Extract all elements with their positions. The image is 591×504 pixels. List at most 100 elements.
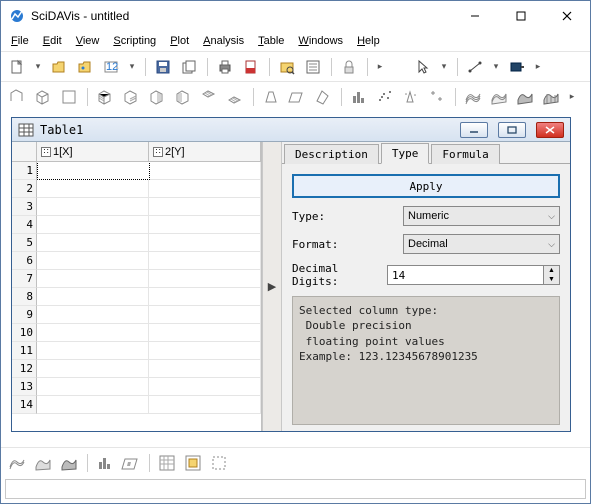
cell[interactable] [37, 396, 149, 414]
row-header[interactable]: 3 [12, 198, 37, 216]
cell[interactable] [37, 324, 149, 342]
duplicate-button[interactable] [177, 55, 201, 79]
table-row[interactable]: 5 [12, 234, 261, 252]
cell[interactable] [149, 396, 261, 414]
row-header[interactable]: 9 [12, 306, 37, 324]
cell[interactable] [150, 162, 262, 180]
row-header[interactable]: 10 [12, 324, 37, 342]
row-header[interactable]: 5 [12, 234, 37, 252]
toolbar-overflow-1[interactable]: ▸ [373, 55, 387, 79]
table-corner[interactable] [12, 142, 37, 161]
3d-floor-iso-button[interactable] [181, 451, 205, 475]
table-row[interactable]: 9 [12, 306, 261, 324]
print-button[interactable] [213, 55, 237, 79]
3d-floor-proj-button[interactable] [119, 451, 143, 475]
table-row[interactable]: 11 [12, 342, 261, 360]
row-header[interactable]: 11 [12, 342, 37, 360]
cell[interactable] [37, 288, 149, 306]
cell[interactable] [149, 288, 261, 306]
table-row[interactable]: 3 [12, 198, 261, 216]
3d-left-grid-button[interactable] [171, 85, 195, 109]
row-header[interactable]: 14 [12, 396, 37, 414]
3d-ceiling-grid-button[interactable] [197, 85, 221, 109]
import-ascii-button[interactable]: 123 [99, 55, 123, 79]
cell[interactable] [37, 162, 150, 180]
panel-collapse-handle[interactable]: ▶ [262, 142, 282, 431]
3d-scatter-button[interactable] [373, 85, 397, 109]
spin-down-button[interactable]: ▼ [544, 275, 559, 284]
maximize-button[interactable] [498, 1, 544, 31]
3d-cones-button[interactable] [399, 85, 423, 109]
row-header[interactable]: 7 [12, 270, 37, 288]
apply-button[interactable]: Apply [292, 174, 560, 198]
minimize-button[interactable] [452, 1, 498, 31]
toolbar-3d-overflow[interactable]: ▸ [565, 85, 579, 109]
row-header[interactable]: 12 [12, 360, 37, 378]
close-button[interactable] [544, 1, 590, 31]
table-row[interactable]: 10 [12, 324, 261, 342]
cell[interactable] [149, 216, 261, 234]
3d-perspective-button[interactable] [259, 85, 283, 109]
pointer-tool-button[interactable] [411, 55, 435, 79]
menu-analysis[interactable]: Analysis [197, 33, 250, 49]
cell[interactable] [37, 306, 149, 324]
export-pdf-button[interactable] [239, 55, 263, 79]
row-header[interactable]: 2 [12, 180, 37, 198]
decimal-digits-input[interactable] [388, 269, 543, 282]
line-tool-dropdown[interactable]: ▾ [489, 55, 503, 79]
pointer-tool-dropdown[interactable]: ▾ [437, 55, 451, 79]
toolbar-overflow-2[interactable]: ▸ [531, 55, 545, 79]
menu-scripting[interactable]: Scripting [107, 33, 162, 49]
row-header[interactable]: 13 [12, 378, 37, 396]
tab-type[interactable]: Type [381, 143, 430, 164]
3d-front-grid-button[interactable] [93, 85, 117, 109]
cell[interactable] [37, 360, 149, 378]
table-view[interactable]: ∷1[X] ∷2[Y] 1234567891011121314 [12, 142, 262, 431]
3d-polygon-button[interactable] [513, 85, 537, 109]
new-project-button[interactable] [5, 55, 29, 79]
3d-floor-grid-button[interactable] [223, 85, 247, 109]
table-row[interactable]: 6 [12, 252, 261, 270]
menu-plot[interactable]: Plot [164, 33, 195, 49]
table-row[interactable]: 1 [12, 162, 261, 180]
cell[interactable] [37, 216, 149, 234]
cell[interactable] [37, 378, 149, 396]
3d-floor-empty-button[interactable] [207, 451, 231, 475]
menu-help[interactable]: Help [351, 33, 386, 49]
menu-edit[interactable]: Edit [37, 33, 68, 49]
format-select[interactable]: Decimal⌵ [403, 234, 560, 254]
subwindow-maximize-button[interactable] [498, 122, 526, 138]
cell[interactable] [37, 342, 149, 360]
type-select[interactable]: Numeric⌵ [403, 206, 560, 226]
menu-table[interactable]: Table [252, 33, 290, 49]
cell[interactable] [149, 180, 261, 198]
3d-wire-filled-button[interactable] [31, 451, 55, 475]
cell[interactable] [149, 360, 261, 378]
spin-up-button[interactable]: ▲ [544, 266, 559, 275]
open-button[interactable] [47, 55, 71, 79]
cell[interactable] [149, 234, 261, 252]
table-row[interactable]: 14 [12, 396, 261, 414]
cell[interactable] [149, 270, 261, 288]
tab-description[interactable]: Description [284, 144, 379, 164]
column-header-1[interactable]: ∷1[X] [37, 142, 149, 161]
3d-right-grid-button[interactable] [145, 85, 169, 109]
save-button[interactable] [151, 55, 175, 79]
3d-wire-polygon-button[interactable] [539, 85, 563, 109]
cell[interactable] [149, 198, 261, 216]
3d-no-axes-button[interactable] [57, 85, 81, 109]
3d-hidden-line-button[interactable] [487, 85, 511, 109]
cell[interactable] [37, 252, 149, 270]
row-header[interactable]: 4 [12, 216, 37, 234]
table-row[interactable]: 7 [12, 270, 261, 288]
cell[interactable] [37, 180, 149, 198]
screen-reader-button[interactable] [505, 55, 529, 79]
3d-frame-button[interactable] [5, 85, 29, 109]
subwindow-minimize-button[interactable] [460, 122, 488, 138]
3d-box-button[interactable] [31, 85, 55, 109]
subwindow-close-button[interactable] [536, 122, 564, 138]
cell[interactable] [37, 198, 149, 216]
new-project-dropdown[interactable]: ▾ [31, 55, 45, 79]
open-image-button[interactable] [73, 55, 97, 79]
row-header[interactable]: 1 [12, 162, 37, 180]
